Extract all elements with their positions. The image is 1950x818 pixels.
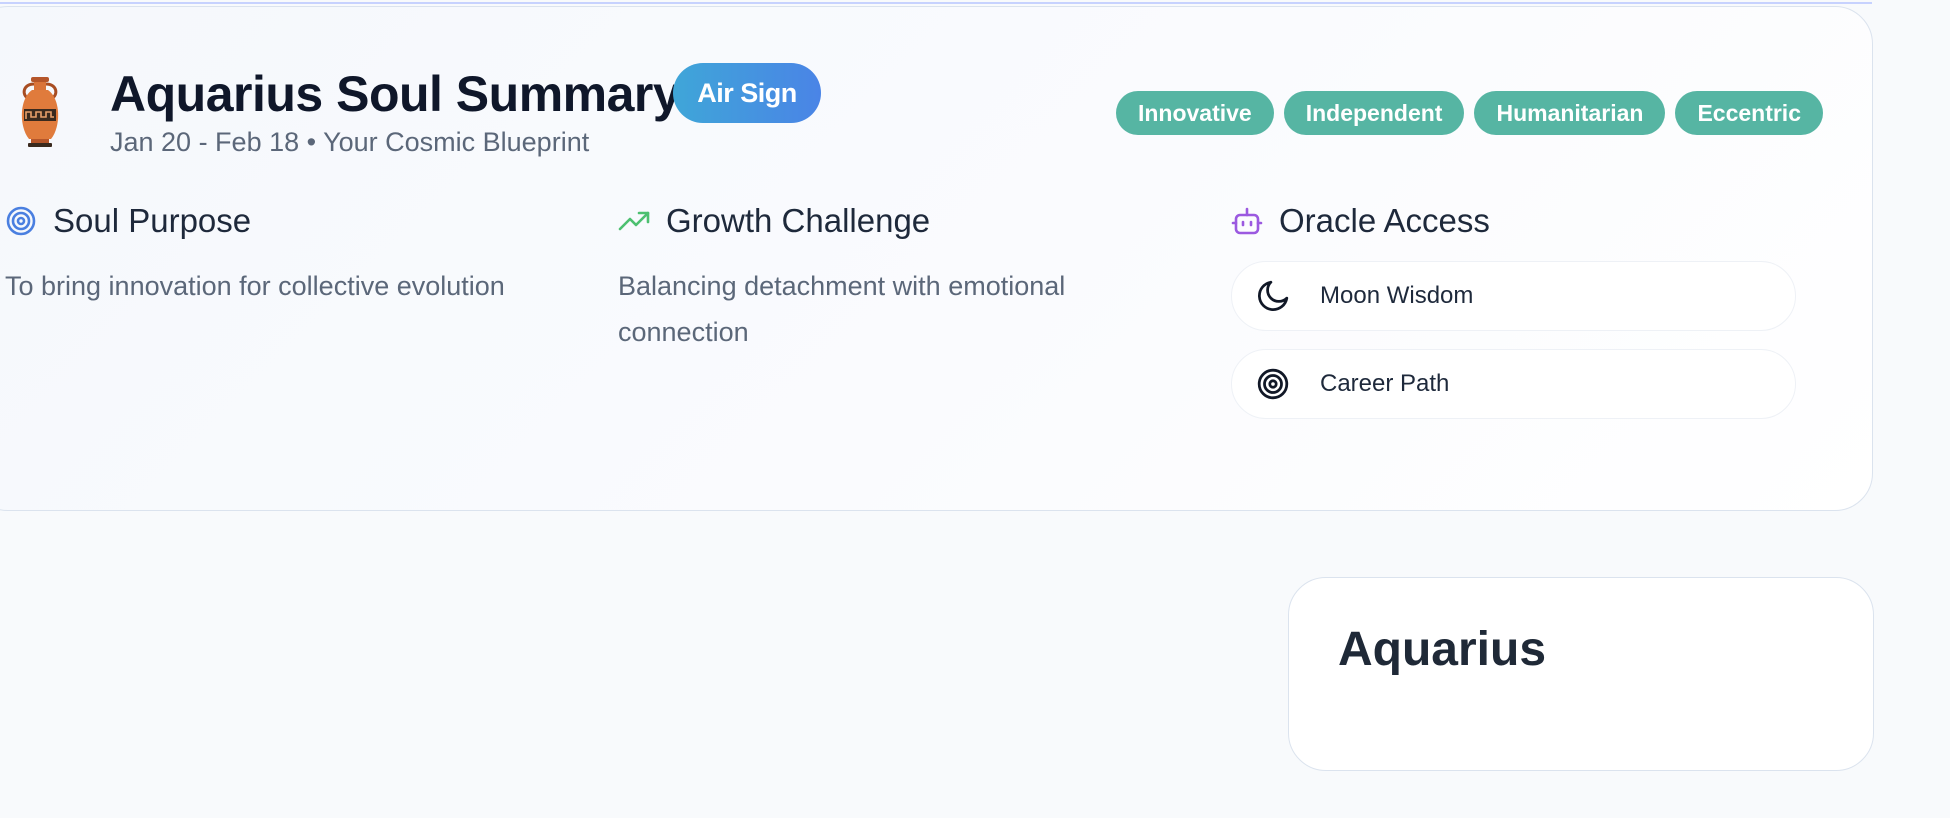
trait-badges: Innovative Independent Humanitarian Ecce… [1115, 91, 1823, 135]
trending-up-icon [618, 211, 650, 231]
trait-badge: Independent [1283, 91, 1465, 135]
page-title: Aquarius Soul Summary [110, 66, 681, 122]
sign-card: Aquarius [1288, 577, 1874, 771]
oracle-item-label: Career Path [1320, 370, 1450, 397]
growth-challenge-text: Balancing detachment with emotional conn… [618, 271, 1066, 347]
oracle-item-label: Moon Wisdom [1320, 282, 1474, 309]
trait-badge: Humanitarian [1474, 91, 1666, 135]
element-badge: Air Sign [673, 63, 821, 123]
target-icon [6, 206, 36, 236]
growth-challenge-section: Growth Challenge Balancing detachment wi… [618, 195, 1198, 355]
section-title: Growth Challenge [666, 202, 931, 239]
robot-icon [1231, 207, 1263, 235]
moon-wisdom-button[interactable]: Moon Wisdom [1231, 261, 1796, 331]
amphora-icon [21, 77, 59, 147]
sign-name: Aquarius [1338, 623, 1547, 676]
summary-header: Aquarius Soul Summary Air Sign Jan 20 - … [5, 57, 1835, 167]
soul-purpose-section: Soul Purpose To bring innovation for col… [5, 195, 585, 309]
soul-summary-card: Aquarius Soul Summary Air Sign Jan 20 - … [0, 6, 1873, 511]
previous-card-edge [0, 0, 1872, 4]
career-path-button[interactable]: Career Path [1231, 349, 1796, 419]
section-title: Oracle Access [1279, 202, 1490, 239]
soul-purpose-text: To bring innovation for collective evolu… [5, 271, 505, 301]
trait-badge: Eccentric [1675, 91, 1823, 135]
trait-badge: Innovative [1115, 91, 1274, 135]
section-title: Soul Purpose [53, 202, 252, 239]
oracle-access-section: Oracle Access Moon Wisdom Career Path [1231, 195, 1796, 419]
date-range-subtitle: Jan 20 - Feb 18 • Your Cosmic Blueprint [110, 127, 590, 157]
target-icon [1257, 368, 1289, 400]
moon-icon [1258, 280, 1289, 311]
